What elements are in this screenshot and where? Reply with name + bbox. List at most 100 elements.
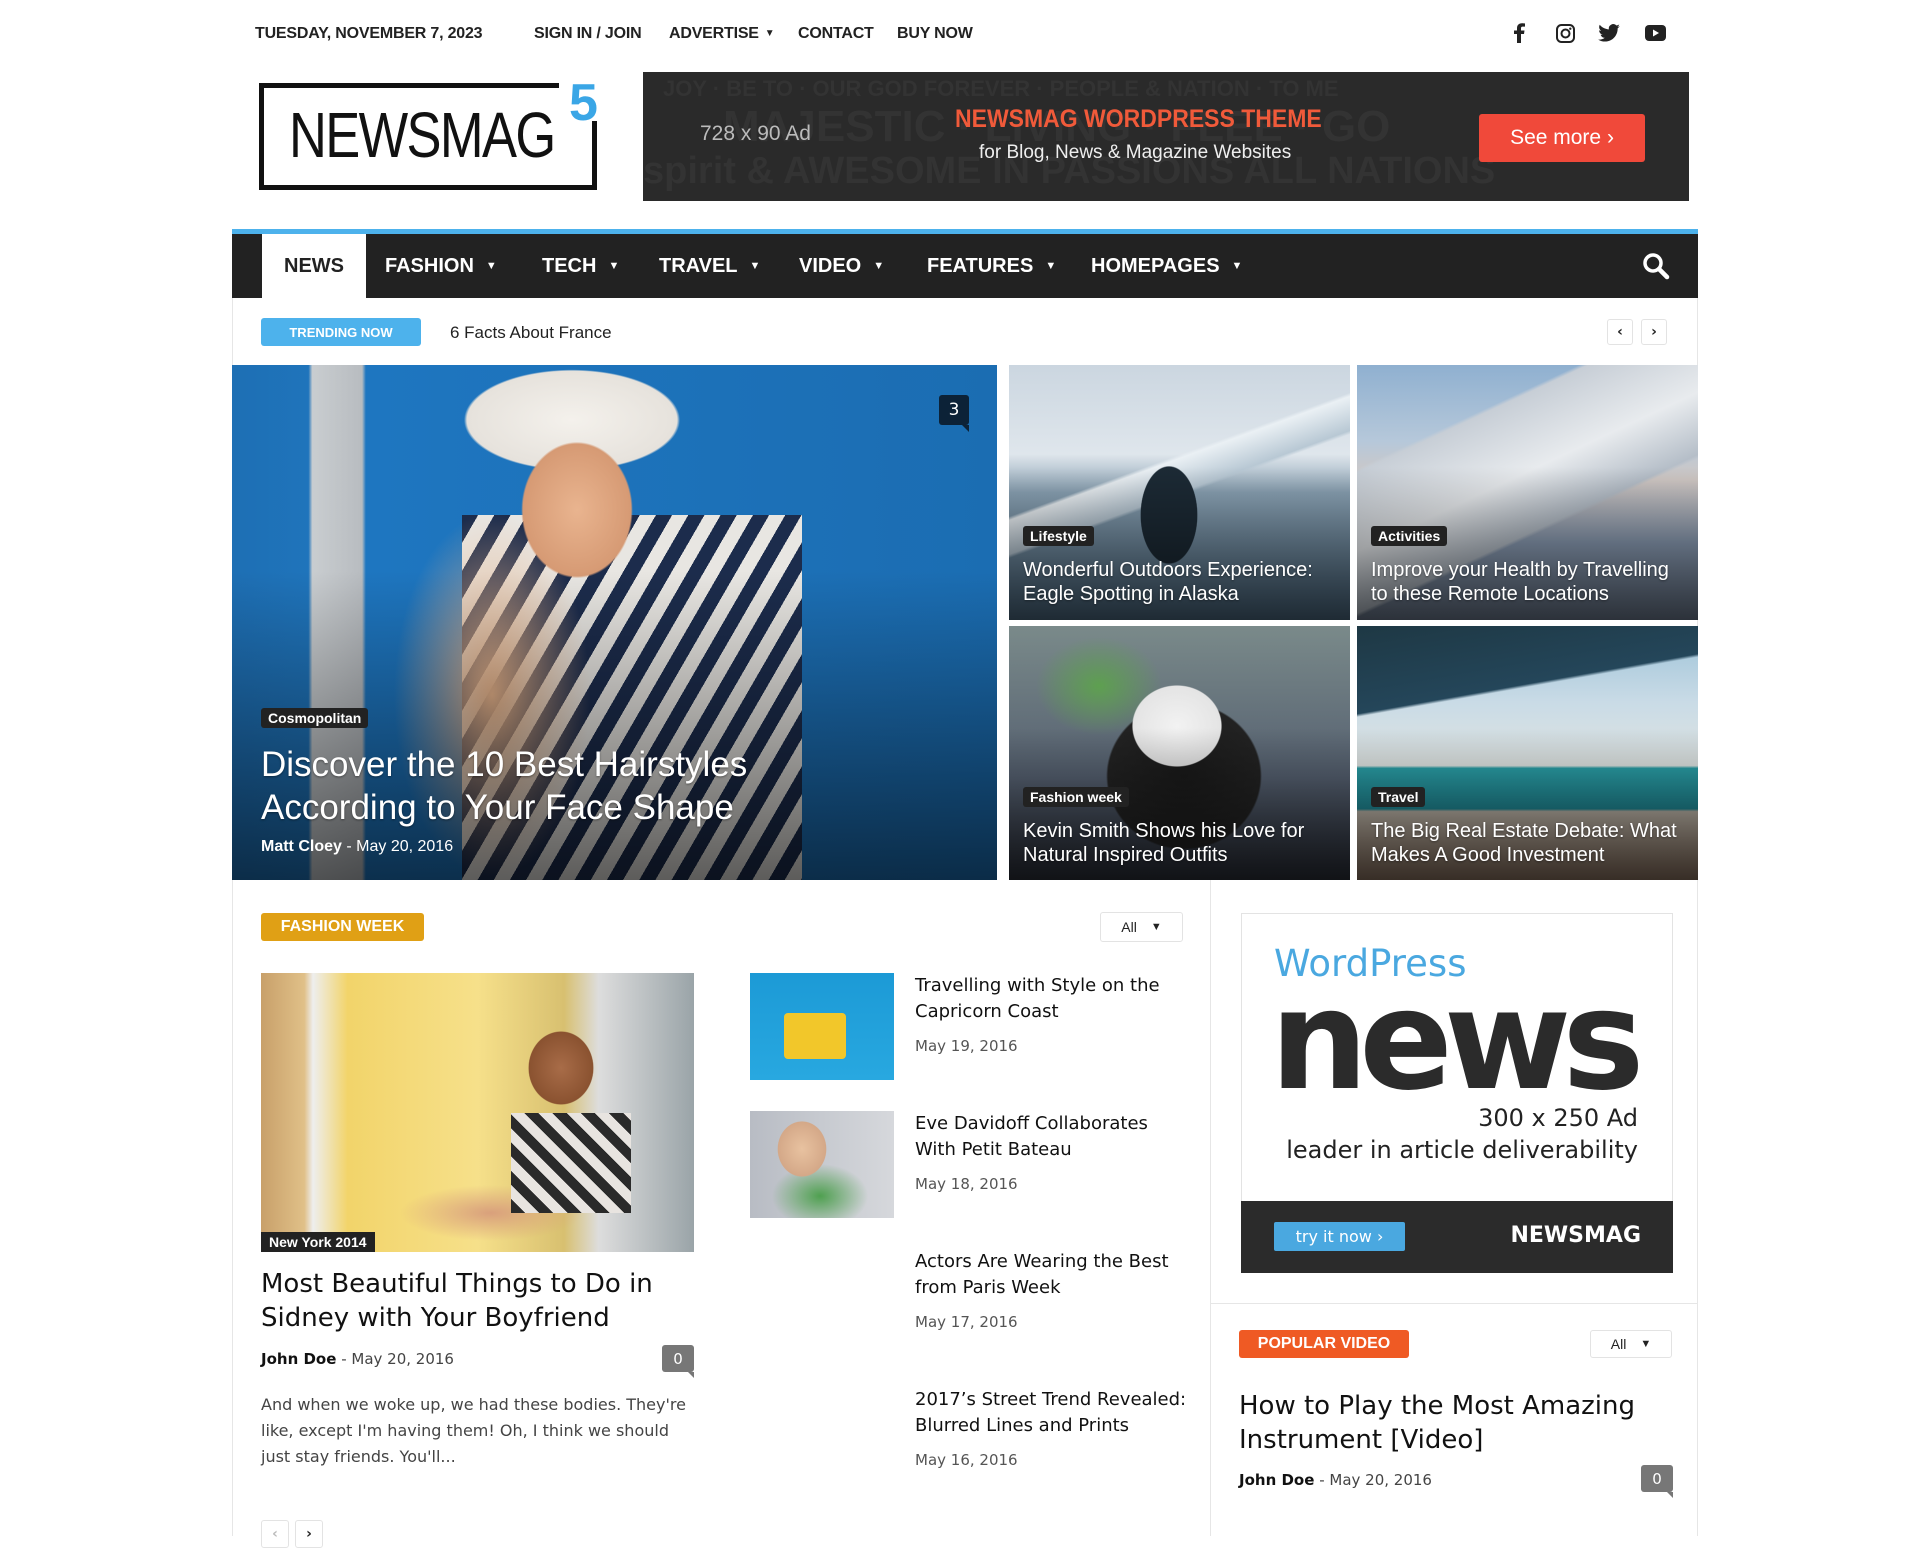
filter-value: All (1121, 919, 1137, 935)
image-caption: New York 2014 (261, 1232, 375, 1252)
advertise-label: ADVERTISE (669, 25, 759, 42)
comment-count-bubble[interactable]: 3 (939, 395, 969, 432)
list-item-date: May 19, 2016 (915, 1037, 1018, 1055)
list-item-title[interactable]: Eve Davidoff Collaborates With Petit Bat… (915, 1111, 1185, 1163)
top-bar: TUESDAY, NOVEMBER 7, 2023 SIGN IN / JOIN… (0, 0, 1920, 70)
nav-item-travel[interactable]: TRAVEL ▼ (659, 234, 760, 298)
instagram-icon[interactable] (1554, 22, 1576, 44)
hero-tile[interactable]: Activities Improve your Health by Travel… (1357, 365, 1698, 620)
popular-video-filter-dropdown[interactable]: All ▼ (1590, 1330, 1672, 1358)
nav-label: HOMEPAGES (1091, 254, 1220, 277)
list-item-title[interactable]: Actors Are Wearing the Best from Paris W… (915, 1249, 1200, 1301)
category-tag[interactable]: Travel (1371, 787, 1426, 807)
chevron-down-icon: ▼ (764, 28, 775, 39)
featured-image (261, 973, 694, 1252)
buy-now-link[interactable]: BUY NOW (897, 25, 973, 43)
sidebar-divider (1210, 1303, 1697, 1304)
list-item-title[interactable]: 2017’s Street Trend Revealed: Blurred Li… (915, 1387, 1200, 1439)
nav-item-features[interactable]: FEATURES ▼ (927, 234, 1056, 298)
video-article-meta: John Doe - May 20, 2016 (1239, 1471, 1432, 1489)
chevron-down-icon: ▼ (1045, 260, 1057, 272)
contact-link[interactable]: CONTACT (798, 25, 874, 43)
block-next-button[interactable]: › (295, 1520, 323, 1548)
chevron-right-icon: › (1651, 324, 1657, 340)
trending-next-button[interactable]: › (1641, 319, 1667, 345)
publish-date: May 20, 2016 (356, 838, 454, 855)
chevron-right-icon: › (306, 1526, 312, 1542)
chevron-down-icon: ▼ (1640, 1338, 1652, 1350)
nav-item-video[interactable]: VIDEO ▼ (799, 234, 884, 298)
hero-main-meta: Matt Cloey - May 20, 2016 (261, 838, 453, 856)
meta-separator: - (346, 838, 352, 855)
chevron-down-icon: ▼ (873, 260, 885, 272)
nav-label: FASHION (385, 254, 474, 277)
author-name[interactable]: Matt Cloey (261, 838, 342, 855)
trending-prev-button[interactable]: ‹ (1607, 319, 1633, 345)
logo-version: 5 (569, 74, 598, 132)
advertise-menu[interactable]: ADVERTISE ▼ (669, 25, 775, 43)
list-item-date: May 17, 2016 (915, 1313, 1018, 1331)
site-logo[interactable]: NEWSMAG 5 (259, 77, 598, 190)
ad-news-text: news (1270, 960, 1644, 1121)
category-tag[interactable]: Cosmopolitan (261, 708, 369, 728)
ad-size-label: 728 x 90 Ad (700, 122, 811, 145)
chevron-left-icon: ‹ (272, 1526, 278, 1542)
popular-video-block-title[interactable]: POPULAR VIDEO (1239, 1330, 1409, 1358)
hero-tile[interactable]: Fashion week Kevin Smith Shows his Love … (1009, 626, 1350, 880)
comment-count-bubble[interactable]: 0 (1641, 1465, 1673, 1498)
comment-count-bubble[interactable]: 0 (662, 1345, 694, 1378)
nav-label: VIDEO (799, 254, 862, 277)
nav-label: TRAVEL (659, 254, 738, 277)
search-icon[interactable] (1642, 252, 1670, 280)
author-name[interactable]: John Doe (261, 1350, 336, 1368)
tile-title[interactable]: Kevin Smith Shows his Love for Natural I… (1023, 819, 1343, 867)
author-name[interactable]: John Doe (1239, 1471, 1314, 1489)
column-divider (1210, 880, 1211, 1536)
see-more-button[interactable]: See more › (1479, 114, 1645, 162)
fashion-week-block-title[interactable]: FASHION WEEK (261, 913, 424, 941)
try-it-now-button[interactable]: try it now › (1274, 1222, 1405, 1251)
ad-footer: try it now › NEWSMAG (1241, 1201, 1673, 1273)
chevron-down-icon: ▼ (608, 260, 620, 272)
filter-value: All (1610, 1336, 1627, 1352)
logo-wordmark: NEWSMAG (289, 99, 556, 171)
facebook-icon[interactable] (1508, 22, 1530, 44)
list-item-title[interactable]: Travelling with Style on the Capricorn C… (915, 973, 1185, 1025)
nav-item-news[interactable]: NEWS (262, 234, 366, 298)
hero-tile[interactable]: Travel The Big Real Estate Debate: What … (1357, 626, 1698, 880)
nav-item-homepages[interactable]: HOMEPAGES ▼ (1091, 234, 1242, 298)
featured-article-image[interactable]: New York 2014 (261, 973, 694, 1252)
twitter-icon[interactable] (1598, 22, 1620, 44)
hero-main-title[interactable]: Discover the 10 Best Hairstyles Accordin… (261, 743, 821, 829)
tile-title[interactable]: The Big Real Estate Debate: What Makes A… (1371, 819, 1691, 867)
trending-headline[interactable]: 6 Facts About France (450, 323, 612, 343)
tile-title[interactable]: Wonderful Outdoors Experience: Eagle Spo… (1023, 558, 1343, 606)
video-article-title[interactable]: How to Play the Most Amazing Instrument … (1239, 1389, 1679, 1457)
block-prev-button[interactable]: ‹ (261, 1520, 289, 1548)
category-tag[interactable]: Activities (1371, 526, 1448, 546)
ad-texture: JOY · BE TO · OUR GOD FOREVER · PEOPLE &… (663, 76, 1339, 101)
list-item-thumbnail[interactable] (750, 1111, 894, 1218)
sign-in-join-link[interactable]: SIGN IN / JOIN (534, 25, 642, 43)
category-tag[interactable]: Lifestyle (1023, 526, 1094, 546)
chevron-down-icon: ▼ (485, 260, 497, 272)
publish-date: May 20, 2016 (1329, 1471, 1432, 1489)
nav-item-tech[interactable]: TECH ▼ (542, 234, 619, 298)
chevron-down-icon: ▼ (1231, 260, 1243, 272)
hero-main-article[interactable]: 3 Cosmopolitan Discover the 10 Best Hair… (232, 365, 997, 880)
meta-separator: - (341, 1350, 347, 1368)
youtube-icon[interactable] (1644, 22, 1666, 44)
main-navigation: NEWS FASHION ▼ TECH ▼ TRAVEL ▼ VIDEO ▼ FEATU… (232, 229, 1698, 298)
featured-article-excerpt: And when we woke up, we had these bodies… (261, 1395, 686, 1466)
list-item-thumbnail[interactable] (750, 973, 894, 1080)
sidebar-ad-300x250[interactable]: WordPress news 300 x 250 Ad leader in ar… (1241, 913, 1673, 1273)
nav-item-fashion[interactable]: FASHION ▼ (385, 234, 497, 298)
tile-title[interactable]: Improve your Health by Travelling to the… (1371, 558, 1691, 606)
hero-tile[interactable]: Lifestyle Wonderful Outdoors Experience:… (1009, 365, 1350, 620)
category-tag[interactable]: Fashion week (1023, 787, 1129, 807)
featured-article-title[interactable]: Most Beautiful Things to Do in Sidney wi… (261, 1267, 694, 1335)
ad-title: NEWSMAG WORDPRESS THEME (955, 105, 1322, 133)
fashion-week-filter-dropdown[interactable]: All ▼ (1100, 912, 1183, 942)
header-ad-banner[interactable]: JOY · BE TO · OUR GOD FOREVER · PEOPLE &… (643, 72, 1689, 201)
meta-separator: - (1319, 1471, 1325, 1489)
